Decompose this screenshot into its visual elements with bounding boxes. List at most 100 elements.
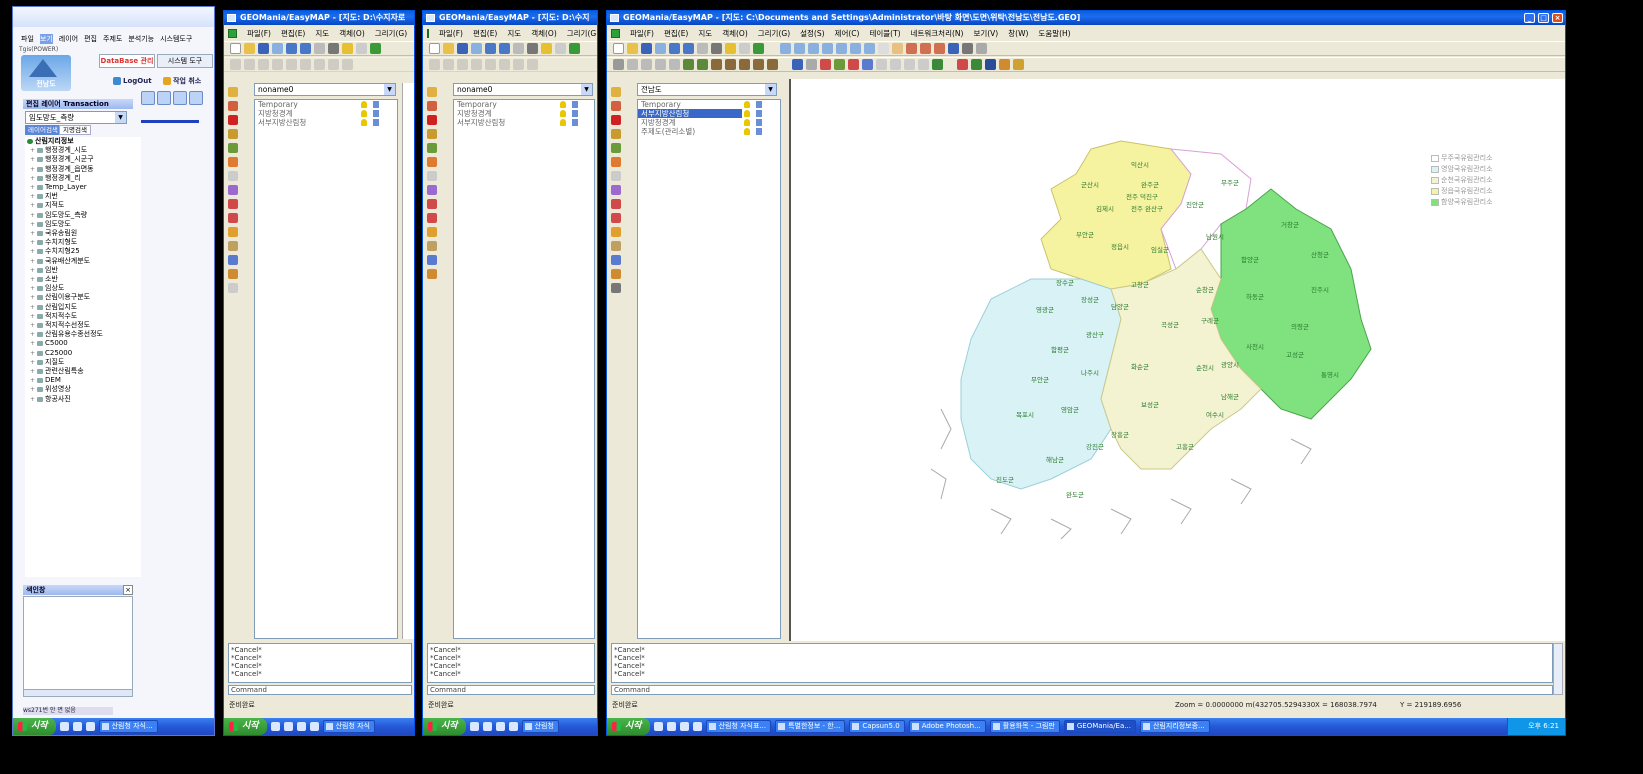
tool-icon[interactable] [427, 255, 437, 265]
fit-icon[interactable] [669, 43, 680, 54]
quicklaunch-icon[interactable] [679, 722, 689, 731]
hline-icon[interactable] [820, 59, 831, 70]
select-circle-icon[interactable] [906, 43, 917, 54]
tree-item[interactable]: DEM [25, 376, 141, 385]
tool-icon[interactable] [499, 59, 510, 70]
quicklaunch-icon[interactable] [59, 722, 69, 731]
quicklaunch-icon[interactable] [85, 722, 95, 731]
scale-icon[interactable] [848, 59, 859, 70]
tool-icon[interactable] [471, 59, 482, 70]
taskbar-button[interactable]: 산림청 자식 [322, 720, 375, 733]
zoom-icon[interactable] [471, 43, 482, 54]
close-icon[interactable]: × [123, 585, 133, 595]
rect-icon[interactable] [627, 59, 638, 70]
layer-move-icon[interactable] [611, 101, 621, 111]
splitter[interactable] [402, 83, 414, 639]
edit-icon[interactable] [373, 110, 379, 117]
preview-icon[interactable] [314, 43, 325, 54]
new-icon[interactable] [429, 43, 440, 54]
tool-icon[interactable] [457, 59, 468, 70]
quicklaunch-icon[interactable] [309, 722, 319, 731]
command-input[interactable]: Command [228, 685, 412, 695]
mirror-icon[interactable] [890, 59, 901, 70]
taskbar-button[interactable]: 활용화목 - 그림판 [989, 720, 1060, 733]
taskbar-button[interactable]: 산림청 [521, 720, 559, 733]
quicklaunch-icon[interactable] [469, 722, 479, 731]
polyline-icon[interactable] [711, 59, 722, 70]
minimize-button[interactable]: _ [1524, 13, 1535, 23]
copy-icon[interactable] [876, 59, 887, 70]
tool-icon[interactable] [228, 255, 238, 265]
subtab-place-search[interactable]: 지명검색 [59, 125, 91, 135]
measure-icon[interactable] [976, 43, 987, 54]
start-button[interactable]: 시작 [224, 718, 267, 735]
book-icon[interactable] [427, 129, 437, 139]
tool-icon[interactable] [272, 59, 283, 70]
undo-button[interactable]: 작업 취소 [161, 74, 213, 88]
layer-row[interactable]: Temporary [255, 100, 397, 109]
tool-icon[interactable] [429, 59, 440, 70]
point-icon[interactable] [683, 59, 694, 70]
layer-add-icon[interactable] [427, 87, 437, 97]
tool-icon[interactable] [611, 241, 621, 251]
tree-item[interactable]: 산림이용구분도 [25, 293, 141, 302]
tool-icon[interactable] [228, 241, 238, 251]
bulb-icon[interactable] [361, 119, 367, 126]
menu-edit[interactable]: 편집(E) [281, 28, 305, 39]
info-icon[interactable] [948, 43, 959, 54]
edit-icon[interactable] [572, 110, 578, 117]
tree-item[interactable]: C25000 [25, 349, 141, 358]
tool-icon[interactable] [611, 255, 621, 265]
move-icon[interactable] [228, 157, 238, 167]
extend-icon[interactable] [918, 59, 929, 70]
polygon-icon[interactable] [641, 59, 652, 70]
quicklaunch-icon[interactable] [666, 722, 676, 731]
tool-icon[interactable] [611, 213, 621, 223]
zoom-prev-icon[interactable] [836, 43, 847, 54]
menu-help[interactable]: 도움말(H) [1038, 28, 1070, 39]
tool-icon[interactable] [258, 59, 269, 70]
menu-edit[interactable]: 편집 [84, 34, 97, 44]
menu-layer[interactable]: 레이어 [59, 34, 78, 44]
tab-systools[interactable]: 시스템 도구 [157, 54, 213, 68]
taskbar-button-active[interactable]: GEOMania/Ea... [1063, 720, 1136, 733]
bulb-icon[interactable] [361, 101, 367, 108]
tool-icon[interactable] [427, 269, 437, 279]
print-icon[interactable] [527, 43, 538, 54]
layer-row[interactable]: 지방청경계 [638, 118, 780, 127]
taskbar-button[interactable]: 산림청 자식... [98, 720, 158, 733]
tool-icon[interactable] [527, 59, 538, 70]
tool-icon[interactable] [228, 227, 238, 237]
app-menu-icon[interactable] [611, 28, 620, 38]
new-icon[interactable] [613, 43, 624, 54]
quicklaunch-icon[interactable] [296, 722, 306, 731]
arc-icon[interactable] [669, 59, 680, 70]
edit-icon[interactable] [572, 101, 578, 108]
taskbar-button[interactable]: 산림지리정보종... [1139, 720, 1210, 733]
expand-icon[interactable] [683, 43, 694, 54]
start-button[interactable]: 시작 [13, 718, 56, 735]
symbol-icon[interactable] [697, 59, 708, 70]
tool-icon[interactable] [427, 213, 437, 223]
open-icon[interactable] [244, 43, 255, 54]
layer-row-selected[interactable]: 서부지방산림청 [638, 109, 762, 118]
tool-icon[interactable] [228, 171, 238, 181]
add-icon[interactable] [753, 43, 764, 54]
tool-icon[interactable] [427, 171, 437, 181]
map-select[interactable]: noname0 ▼ [453, 83, 593, 96]
menu-file[interactable]: 파일(F) [247, 28, 271, 39]
tool-icon[interactable] [427, 241, 437, 251]
tree-item[interactable]: 적지적수선정도 [25, 321, 141, 330]
layer-row[interactable]: 지방청경계 [255, 109, 397, 118]
zoom-icon[interactable] [655, 43, 666, 54]
tool-icon[interactable] [228, 213, 238, 223]
tree-item[interactable]: 항공사진 [25, 395, 141, 404]
menu-edit[interactable]: 편집(E) [473, 28, 497, 39]
tool-icon[interactable] [314, 59, 325, 70]
taskbar-button[interactable]: 산림청 자식표... [705, 720, 772, 733]
tree-item[interactable]: 행정경계_시군구 [25, 155, 141, 164]
layer-add-icon[interactable] [611, 87, 621, 97]
bulb-icon[interactable] [560, 119, 566, 126]
bulb-icon[interactable] [744, 128, 750, 135]
tree-item[interactable]: 임반 [25, 266, 141, 275]
